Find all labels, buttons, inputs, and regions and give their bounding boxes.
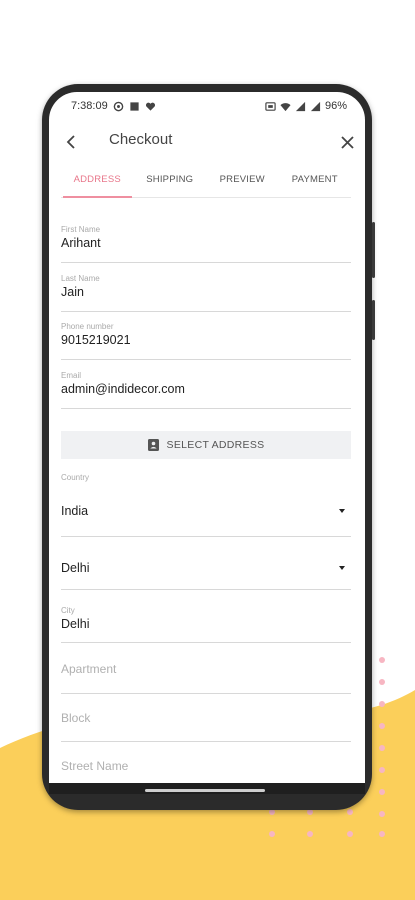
signal-icon <box>310 101 321 111</box>
signal-icon <box>295 101 306 111</box>
phone-volume-button <box>372 222 375 278</box>
home-indicator[interactable] <box>145 789 265 792</box>
apartment-field[interactable]: Apartment <box>61 662 351 694</box>
phone-number-label: Phone number <box>61 322 114 331</box>
first-name-label: First Name <box>61 225 101 234</box>
city-field[interactable]: City Delhi <box>61 606 351 643</box>
last-name-value: Jain <box>61 285 84 299</box>
state-select[interactable]: Delhi <box>61 549 351 590</box>
email-value: admin@indidecor.com <box>61 382 185 396</box>
street-name-placeholder: Street Name <box>61 759 129 773</box>
block-placeholder: Block <box>61 711 91 725</box>
country-label: Country <box>61 473 90 482</box>
close-icon <box>340 135 354 149</box>
chevron-down-icon <box>339 509 345 513</box>
tab-payment[interactable]: PAYMENT <box>279 170 352 197</box>
page-title: Checkout <box>109 131 173 148</box>
circle-status-icon <box>113 101 124 111</box>
nfc-icon <box>265 101 276 111</box>
square-status-icon <box>130 101 139 111</box>
status-time: 7:38:09 <box>71 100 108 112</box>
last-name-field[interactable]: Last Name Jain <box>61 274 351 312</box>
battery-level: 96% <box>324 100 347 112</box>
first-name-field[interactable]: First Name Arihant <box>61 225 351 263</box>
email-field[interactable]: Email admin@indidecor.com <box>61 371 351 409</box>
tab-address[interactable]: ADDRESS <box>61 170 134 198</box>
select-address-label: SELECT ADDRESS <box>166 439 265 451</box>
country-select[interactable]: India <box>61 492 351 537</box>
block-field[interactable]: Block <box>61 711 351 742</box>
heart-status-icon <box>145 102 155 111</box>
phone-number-value: 9015219021 <box>61 333 131 347</box>
city-value: Delhi <box>61 617 90 631</box>
city-label: City <box>61 606 75 615</box>
contact-card-icon <box>147 439 159 451</box>
select-address-button[interactable]: SELECT ADDRESS <box>61 431 351 459</box>
status-bar: 7:38:09 96% <box>49 92 365 120</box>
checkout-tabs: ADDRESS SHIPPING PREVIEW PAYMENT <box>61 170 351 198</box>
first-name-value: Arihant <box>61 236 101 250</box>
phone-number-field[interactable]: Phone number 9015219021 <box>61 322 351 360</box>
phone-power-button <box>372 300 375 340</box>
apartment-placeholder: Apartment <box>61 662 117 676</box>
last-name-label: Last Name <box>61 274 100 283</box>
app-screen: 7:38:09 96% Checkout ADDRESS SHIPPING PR… <box>49 92 365 794</box>
arrow-left-icon <box>66 135 75 149</box>
wifi-icon <box>280 102 291 111</box>
chevron-down-icon <box>339 566 345 570</box>
tab-shipping[interactable]: SHIPPING <box>134 170 207 197</box>
country-value: India <box>61 504 89 518</box>
back-button[interactable] <box>61 132 81 152</box>
tab-preview[interactable]: PREVIEW <box>206 170 279 197</box>
app-header: Checkout <box>49 120 365 164</box>
email-label: Email <box>61 371 82 380</box>
close-button[interactable] <box>337 132 357 152</box>
state-value: Delhi <box>61 561 90 575</box>
